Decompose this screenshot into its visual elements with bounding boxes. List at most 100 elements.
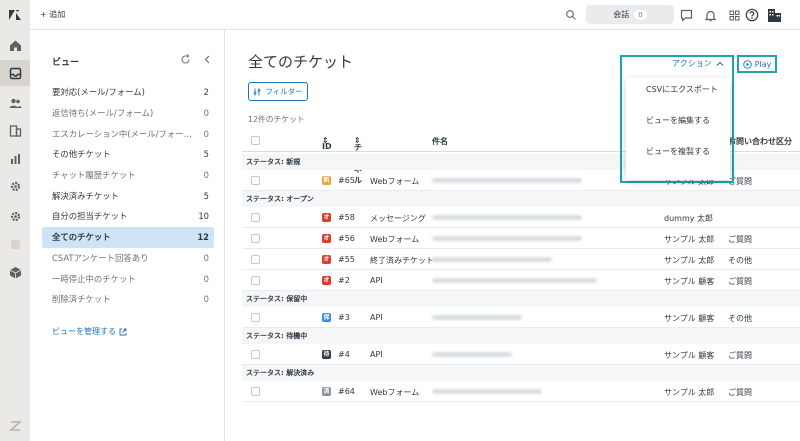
view-item[interactable]: 削除済チケット 0	[42, 289, 214, 310]
row-checkbox[interactable]	[251, 255, 260, 264]
ticket-id[interactable]: #56	[338, 234, 355, 243]
view-item-label: その他チケット	[52, 149, 111, 160]
account-building-icon[interactable]	[766, 7, 782, 23]
menu-item-clone-view[interactable]: ビューを複製する	[626, 146, 730, 177]
redacted-subject[interactable]	[432, 178, 582, 183]
add-button[interactable]: + 追加	[40, 9, 65, 20]
view-item[interactable]: 全てのチケット 12	[42, 226, 214, 248]
settings-gear-icon[interactable]	[7, 208, 23, 224]
ticket-id[interactable]: #55	[338, 255, 355, 264]
ticket-requester[interactable]: サンプル 顧客	[664, 313, 714, 324]
views-list: 要対応(メール/フォーム) 2 返信待ち(メール/フォーム) 0 エスカレーション中(メ…	[42, 82, 214, 310]
col-type[interactable]: お問い合わせ区分	[728, 136, 792, 147]
action-button[interactable]: アクション	[672, 58, 724, 69]
play-icon	[742, 59, 752, 69]
reporting-icon[interactable]	[7, 150, 23, 166]
apps-grid-icon[interactable]	[726, 7, 742, 23]
view-item[interactable]: エスカレーション中(メール/フォー… 0	[42, 123, 214, 144]
view-item-count: 0	[203, 108, 209, 119]
status-group-header: ステータス: オープン	[242, 191, 800, 207]
search-icon[interactable]	[564, 8, 578, 22]
view-item[interactable]: その他チケット 5	[42, 144, 214, 165]
row-checkbox[interactable]	[251, 313, 260, 322]
view-item[interactable]: 一時停止中のチケット 0	[42, 268, 214, 289]
table-row[interactable]: オ #2 API サンプル 顧客 ご質問	[242, 270, 800, 291]
manage-views-label: ビューを管理する	[52, 327, 116, 336]
view-item-count: 2	[203, 87, 209, 98]
action-label: アクション	[672, 59, 712, 68]
ticket-id[interactable]: #58	[338, 213, 355, 222]
redacted-subject[interactable]	[432, 389, 542, 394]
help-icon[interactable]	[744, 7, 760, 23]
admin-gear-icon[interactable]	[7, 178, 23, 194]
row-checkbox[interactable]	[251, 350, 260, 359]
row-checkbox[interactable]	[251, 176, 260, 185]
ticket-channel: Webフォーム	[370, 177, 420, 186]
view-item-label: チャット履歴チケット	[52, 170, 136, 181]
table-row[interactable]: オ #58 メッセージング dummy 太郎	[242, 207, 800, 228]
menu-item-export-csv[interactable]: CSVにエクスポート	[626, 84, 730, 115]
col-channel[interactable]: チャネル ⇕	[354, 136, 362, 185]
chat-icon[interactable]	[678, 7, 694, 23]
row-checkbox[interactable]	[251, 387, 260, 396]
apps-placeholder-icon[interactable]	[7, 236, 23, 252]
ticket-type: その他	[728, 314, 752, 323]
ticket-id[interactable]: #2	[338, 276, 350, 285]
redacted-subject[interactable]	[432, 315, 522, 320]
view-item[interactable]: 返信待ち(メール/フォーム) 0	[42, 103, 214, 124]
organizations-icon[interactable]	[7, 122, 23, 138]
col-subject[interactable]: 件名	[432, 136, 448, 147]
notifications-bell-icon[interactable]	[702, 7, 718, 23]
ticket-id[interactable]: #64	[338, 387, 355, 396]
ticket-requester[interactable]: サンプル 顧客	[664, 276, 714, 287]
redacted-subject[interactable]	[432, 215, 582, 220]
conversations-count: 0	[634, 9, 647, 20]
ticket-id[interactable]: #65	[338, 176, 355, 185]
select-all-checkbox[interactable]	[251, 136, 260, 145]
redacted-subject[interactable]	[432, 278, 597, 283]
conversations-button[interactable]: 会話 0	[586, 5, 674, 24]
play-button[interactable]: Play	[737, 55, 777, 73]
view-item[interactable]: チャット履歴チケット 0	[42, 165, 214, 186]
status-group-header: ステータス: 保留中	[242, 291, 800, 307]
view-item[interactable]: 解決済みチケット 5	[42, 185, 214, 206]
redacted-subject[interactable]	[432, 236, 582, 241]
menu-item-edit-view[interactable]: ビューを編集する	[626, 115, 730, 146]
redacted-subject[interactable]	[432, 352, 512, 357]
ticket-id[interactable]: #3	[338, 313, 350, 322]
collapse-chevron-icon[interactable]	[202, 54, 213, 65]
ticket-requester[interactable]: サンプル 太郎	[664, 255, 714, 266]
status-badge: オ	[322, 234, 331, 243]
zendesk-logo-icon[interactable]	[8, 8, 22, 22]
row-checkbox[interactable]	[251, 276, 260, 285]
ticket-requester[interactable]: サンプル 太郎	[664, 387, 714, 398]
customers-icon[interactable]	[7, 95, 23, 111]
redacted-subject[interactable]	[432, 257, 552, 262]
ticket-requester[interactable]: サンプル 顧客	[664, 350, 714, 361]
table-row[interactable]: 済 #64 Webフォーム サンプル 太郎 ご質問	[242, 381, 800, 402]
table-row[interactable]: 待 #4 API サンプル 顧客 ご質問	[242, 344, 800, 365]
manage-views-link[interactable]: ビューを管理する	[52, 326, 127, 337]
table-row[interactable]: オ #56 Webフォーム サンプル 太郎 ご質問	[242, 228, 800, 249]
view-item[interactable]: 要対応(メール/フォーム) 2	[42, 82, 214, 103]
table-row[interactable]: オ #55 終了済みチケット サンプル 太郎 その他	[242, 249, 800, 270]
view-item-label: 要対応(メール/フォーム)	[52, 87, 145, 98]
views-icon[interactable]	[0, 60, 30, 86]
row-checkbox[interactable]	[251, 234, 260, 243]
view-item[interactable]: 自分の担当チケット 10	[42, 206, 214, 227]
ticket-type: その他	[728, 256, 752, 265]
row-checkbox[interactable]	[251, 213, 260, 222]
col-id[interactable]: ID ⇕	[322, 136, 332, 151]
status-badge: オ	[322, 213, 331, 222]
refresh-icon[interactable]	[180, 54, 191, 65]
home-icon[interactable]	[7, 37, 23, 53]
ticket-requester[interactable]: サンプル 太郎	[664, 234, 714, 245]
ticket-id[interactable]: #4	[338, 350, 350, 359]
table-row[interactable]: 保 #3 API サンプル 顧客 その他	[242, 307, 800, 328]
apps-cube-icon[interactable]	[7, 264, 23, 280]
nav-rail	[0, 0, 30, 441]
ticket-channel: API	[370, 313, 383, 322]
view-item[interactable]: CSATアンケート回答あり 0	[42, 248, 214, 269]
ticket-requester[interactable]: dummy 太郎	[664, 213, 713, 224]
filter-button[interactable]: フィルター	[248, 82, 308, 101]
